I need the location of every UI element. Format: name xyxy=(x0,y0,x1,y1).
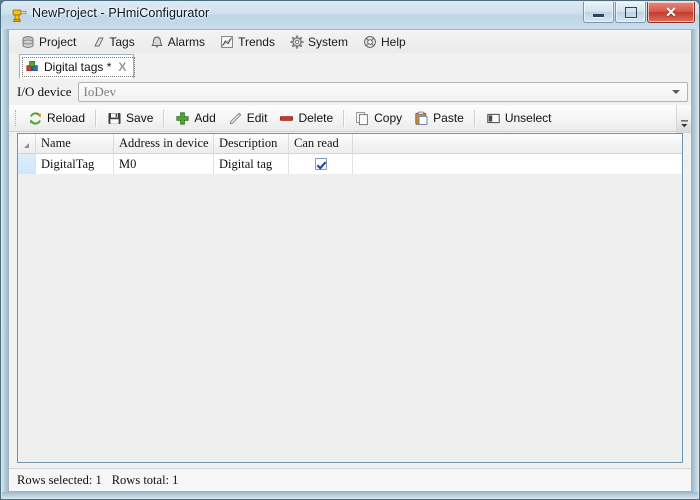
table-row[interactable]: DigitalTag M0 Digital tag xyxy=(18,154,682,175)
gear-icon xyxy=(290,34,304,49)
triangle-icon xyxy=(23,143,29,148)
column-header-description[interactable]: Description xyxy=(214,134,289,153)
toolbar-overflow-button[interactable] xyxy=(676,105,691,133)
menu-item-help[interactable]: Help xyxy=(357,31,415,52)
status-bar: Rows selected: 1 Rows total: 1 xyxy=(9,468,691,491)
toolbar-label: Edit xyxy=(246,111,268,125)
column-header-name[interactable]: Name xyxy=(36,134,114,153)
minimize-icon xyxy=(593,13,604,17)
close-button[interactable]: ✕ xyxy=(647,2,695,23)
grid-header-row: Name Address in device Description Can r… xyxy=(18,134,682,154)
tag-icon xyxy=(91,35,105,49)
menu-label: Project xyxy=(39,34,77,49)
chevron-overflow-icon xyxy=(680,119,689,130)
window-title: NewProject - PHmiConfigurator xyxy=(32,6,210,20)
bell-icon xyxy=(150,35,164,49)
database-icon xyxy=(21,35,35,49)
menu-label: Tags xyxy=(109,34,135,49)
refresh-icon xyxy=(28,111,43,126)
toolbar-separator xyxy=(95,109,98,127)
toolbar-grip[interactable] xyxy=(15,110,19,126)
toolbar-label: Reload xyxy=(47,111,86,125)
toolbar-label: Add xyxy=(194,111,216,125)
application-window: NewProject - PHmiConfigurator ✕ Project … xyxy=(0,0,700,500)
toolbar-separator xyxy=(343,109,346,127)
drill-icon xyxy=(10,6,28,24)
can-read-checkbox[interactable] xyxy=(314,158,327,170)
unselect-button[interactable]: Unselect xyxy=(480,106,558,130)
save-button[interactable]: Save xyxy=(101,106,159,130)
lifebuoy-icon xyxy=(363,35,377,49)
menu-label: System xyxy=(307,34,348,49)
add-button[interactable]: Add xyxy=(169,106,221,130)
toolbar-label: Delete xyxy=(298,111,334,125)
minus-red-icon xyxy=(279,111,294,126)
device-bar: I/O device IoDev xyxy=(9,79,691,105)
menu-item-trends[interactable]: Trends xyxy=(214,31,284,52)
menu-item-alarms[interactable]: Alarms xyxy=(144,31,214,52)
cell-description[interactable]: Digital tag xyxy=(214,154,289,174)
tags-grid[interactable]: Name Address in device Description Can r… xyxy=(17,133,683,463)
cell-filler xyxy=(353,154,682,174)
tab-close-icon[interactable]: X xyxy=(116,60,126,74)
chevron-down-icon[interactable] xyxy=(672,90,680,94)
select-all-cell[interactable] xyxy=(18,134,36,153)
device-value: IoDev xyxy=(83,84,117,99)
plus-icon xyxy=(175,111,190,126)
menu-bar: Project Tags Alarms Trends System Help xyxy=(9,30,691,54)
tab-label: Digital tags * xyxy=(44,59,112,74)
menu-label: Alarms xyxy=(167,34,206,49)
window-frame-bottom xyxy=(2,492,698,498)
rows-total-label: Rows total: 1 xyxy=(111,472,179,487)
chart-icon xyxy=(220,35,234,49)
copy-icon xyxy=(355,111,370,126)
delete-button[interactable]: Delete xyxy=(273,106,339,130)
unselect-icon xyxy=(486,111,501,126)
edit-button[interactable]: Edit xyxy=(222,106,274,130)
toolbar-separator xyxy=(163,109,166,127)
menu-item-project[interactable]: Project xyxy=(15,31,85,52)
menu-label: Help xyxy=(380,34,406,49)
toolbar-separator xyxy=(473,109,476,127)
paste-icon xyxy=(414,111,429,126)
toolbar-label: Paste xyxy=(433,111,464,125)
cell-can-read[interactable] xyxy=(289,154,353,174)
column-header-filler xyxy=(353,134,682,153)
window-controls: ✕ xyxy=(583,2,695,23)
tab-digital-tags[interactable]: Digital tags * X xyxy=(19,54,135,79)
pencil-icon xyxy=(228,111,243,126)
floppy-icon xyxy=(107,111,122,126)
menu-label: Trends xyxy=(238,34,275,49)
reload-button[interactable]: Reload xyxy=(22,106,91,130)
window-frame-right xyxy=(692,29,698,498)
menu-item-system[interactable]: System xyxy=(284,31,357,52)
cell-address[interactable]: M0 xyxy=(114,154,214,174)
toolbar-label: Unselect xyxy=(504,111,552,125)
title-bar[interactable]: NewProject - PHmiConfigurator ✕ xyxy=(1,1,699,30)
copy-button[interactable]: Copy xyxy=(349,106,408,130)
cell-name[interactable]: DigitalTag xyxy=(36,154,114,174)
device-label: I/O device xyxy=(17,84,72,99)
column-header-address[interactable]: Address in device xyxy=(114,134,214,153)
close-icon: ✕ xyxy=(665,4,677,20)
column-header-can-read[interactable]: Can read xyxy=(289,134,353,153)
device-combobox[interactable]: IoDev xyxy=(77,82,688,102)
rows-selected-label: Rows selected: 1 xyxy=(17,472,102,487)
paste-button[interactable]: Paste xyxy=(408,106,470,130)
tab-strip: Digital tags * X xyxy=(9,53,691,80)
menu-item-tags[interactable]: Tags xyxy=(85,31,143,52)
toolbar-label: Copy xyxy=(374,111,403,125)
client-area: Project Tags Alarms Trends System Help D… xyxy=(8,29,692,492)
grid-empty-area xyxy=(18,174,682,462)
toolbar: Reload Save Add Edit Delete Copy Paste U… xyxy=(9,105,691,133)
maximize-button[interactable] xyxy=(615,2,646,23)
blocks-icon xyxy=(26,60,39,73)
toolbar-label: Save xyxy=(126,111,154,125)
row-header-cell[interactable] xyxy=(18,154,36,174)
minimize-button[interactable] xyxy=(583,2,614,23)
maximize-icon xyxy=(624,6,637,18)
